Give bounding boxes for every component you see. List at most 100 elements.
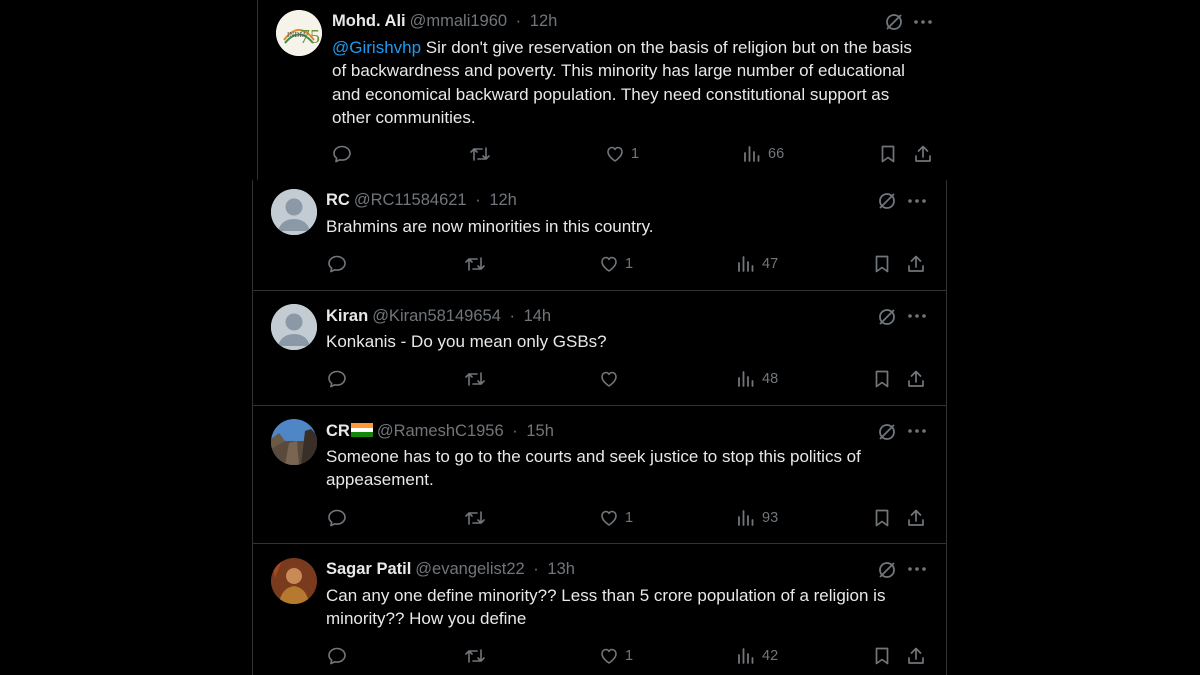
- tweet-header: Kiran @Kiran58149654 · 14h: [326, 306, 551, 326]
- thread-line-left: [257, 0, 258, 180]
- views-button[interactable]: 48: [736, 368, 778, 390]
- like-button[interactable]: [599, 368, 619, 390]
- retweet-button[interactable]: [469, 143, 491, 165]
- reply-icon: [328, 255, 346, 273]
- retweet-button[interactable]: [464, 368, 486, 390]
- timestamp[interactable]: 13h: [547, 560, 575, 578]
- views-icon: [738, 510, 754, 526]
- tweet-actions: 1 66: [332, 143, 937, 165]
- more-icon[interactable]: [907, 191, 927, 211]
- bookmark-button[interactable]: [872, 645, 892, 667]
- reply-button[interactable]: [327, 507, 347, 529]
- default-avatar-icon: [271, 189, 317, 235]
- share-button[interactable]: [906, 645, 926, 667]
- tweet-text-content: Brahmins are now minorities in this coun…: [326, 217, 654, 236]
- default-avatar-icon: [271, 304, 317, 350]
- username[interactable]: @mmali1960: [410, 12, 507, 30]
- like-button[interactable]: 1: [599, 645, 633, 667]
- tweet-header: RC @RC11584621 · 12h: [326, 190, 517, 210]
- reply-button[interactable]: [327, 368, 347, 390]
- timestamp[interactable]: 14h: [524, 307, 552, 325]
- views-button[interactable]: 66: [742, 143, 784, 165]
- tweet-text: Can any one define minority?? Less than …: [326, 584, 921, 631]
- column-border-right: [946, 180, 947, 675]
- tweet-header: CR @RameshC1956 · 15h: [326, 421, 554, 441]
- display-name[interactable]: Mohd. Ali: [332, 12, 406, 30]
- share-button[interactable]: [906, 253, 926, 275]
- more-icon[interactable]: [907, 559, 927, 579]
- reply-button[interactable]: [332, 143, 352, 165]
- display-name[interactable]: Sagar Patil: [326, 560, 411, 578]
- more-icon[interactable]: [907, 306, 927, 326]
- reply-icon: [328, 370, 346, 388]
- views-button[interactable]: 93: [736, 507, 778, 529]
- landscape-photo-icon: [271, 419, 317, 465]
- username[interactable]: @Kiran58149654: [372, 307, 501, 325]
- tweet-text-content: Can any one define minority?? Less than …: [326, 586, 886, 629]
- tweet-text-content: Konkanis - Do you mean only GSBs?: [326, 332, 607, 351]
- grok-icon[interactable]: [877, 422, 897, 442]
- mention-link[interactable]: @Girishvhp: [332, 38, 421, 57]
- grok-icon[interactable]: [877, 307, 897, 327]
- divider: [252, 543, 947, 544]
- share-button[interactable]: [906, 368, 926, 390]
- views-button[interactable]: 42: [736, 645, 778, 667]
- grok-icon[interactable]: [877, 560, 897, 580]
- reply-icon: [328, 647, 346, 665]
- svg-text:75: 75: [300, 26, 320, 48]
- more-icon[interactable]: [907, 421, 927, 441]
- retweet-button[interactable]: [464, 507, 486, 529]
- more-icon[interactable]: [913, 12, 933, 32]
- grok-icon[interactable]: [884, 12, 904, 32]
- avatar[interactable]: [271, 304, 317, 350]
- username[interactable]: @evangelist22: [415, 560, 524, 578]
- views-icon: [738, 256, 754, 272]
- tweet-text-content: Someone has to go to the courts and seek…: [326, 447, 861, 490]
- tweet-text: Konkanis - Do you mean only GSBs?: [326, 330, 906, 353]
- reply-button[interactable]: [327, 645, 347, 667]
- display-name[interactable]: CR: [326, 422, 350, 440]
- like-button[interactable]: 1: [599, 507, 633, 529]
- username[interactable]: @RC11584621: [354, 191, 467, 209]
- tweet-actions: 1 42: [327, 645, 932, 667]
- avatar[interactable]: [271, 419, 317, 465]
- retweet-button[interactable]: [464, 253, 486, 275]
- display-name[interactable]: RC: [326, 191, 350, 209]
- retweet-icon: [465, 372, 485, 386]
- timestamp[interactable]: 12h: [530, 12, 558, 30]
- column-border-left: [252, 180, 253, 675]
- username[interactable]: @RameshC1956: [377, 422, 504, 440]
- avatar[interactable]: INDIA 75: [276, 10, 322, 56]
- views-count: 47: [762, 256, 779, 272]
- avatar[interactable]: [271, 558, 317, 604]
- like-button[interactable]: 1: [605, 143, 639, 165]
- warrior-photo-icon: [271, 558, 317, 604]
- views-button[interactable]: 47: [736, 253, 778, 275]
- share-button[interactable]: [913, 143, 933, 165]
- tweet-header: Mohd. Ali @mmali1960 · 12h: [332, 11, 557, 31]
- reply-icon: [328, 509, 346, 527]
- bookmark-button[interactable]: [872, 253, 892, 275]
- like-button[interactable]: 1: [599, 253, 633, 275]
- display-name[interactable]: Kiran: [326, 307, 368, 325]
- divider: [252, 405, 947, 406]
- india-flag-icon: [350, 423, 373, 437]
- retweet-button[interactable]: [464, 645, 486, 667]
- share-icon: [908, 255, 924, 272]
- grok-icon[interactable]: [877, 191, 897, 211]
- bookmark-button[interactable]: [872, 507, 892, 529]
- avatar[interactable]: [271, 189, 317, 235]
- bookmark-button[interactable]: [878, 143, 898, 165]
- like-icon: [601, 371, 617, 387]
- timestamp[interactable]: 12h: [489, 191, 517, 209]
- share-button[interactable]: [906, 507, 926, 529]
- bookmark-icon: [881, 145, 895, 163]
- timestamp[interactable]: 15h: [526, 422, 554, 440]
- views-icon: [738, 648, 754, 664]
- bookmark-icon: [875, 370, 889, 388]
- separator: ·: [515, 12, 522, 30]
- bookmark-button[interactable]: [872, 368, 892, 390]
- reply-button[interactable]: [327, 253, 347, 275]
- retweet-icon: [465, 257, 485, 271]
- bookmark-icon: [875, 509, 889, 527]
